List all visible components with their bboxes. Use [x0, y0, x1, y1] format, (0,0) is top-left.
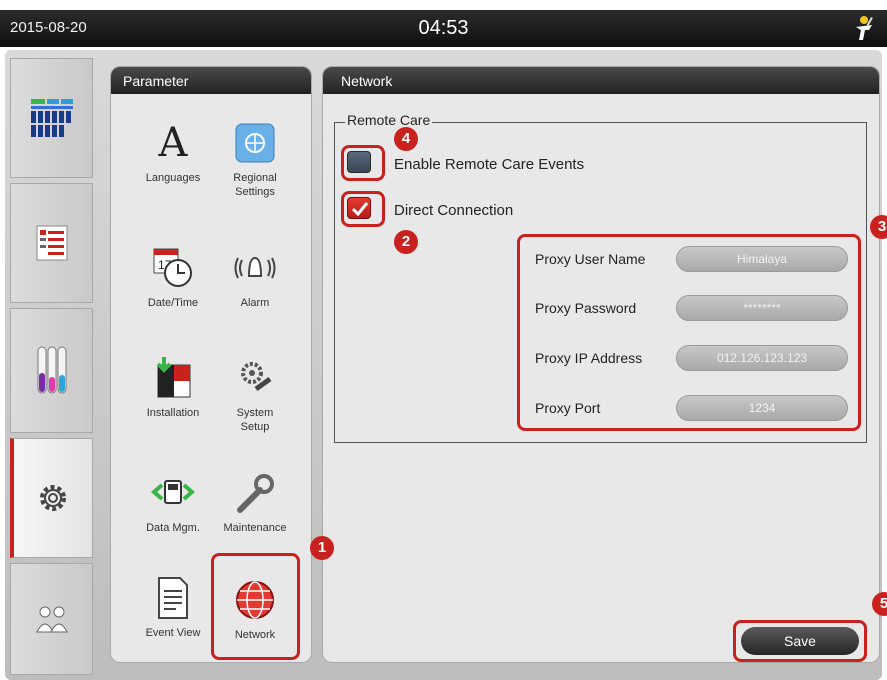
status-bar: 2015-08-20 04:53 [0, 10, 887, 47]
alarm-bell-icon [230, 243, 280, 293]
param-alarm-label: Alarm [240, 297, 270, 309]
clock-label: 04:53 [418, 17, 469, 39]
tab-user[interactable] [10, 563, 93, 675]
param-maintenance-label: Maintenance [223, 522, 287, 534]
letter-a-icon: A [158, 120, 188, 166]
app-screen: 2015-08-20 04:53 Parameter A Languages R… [0, 0, 887, 680]
param-datetime-label: Date/Time [147, 297, 199, 309]
installation-icon [148, 353, 198, 403]
reagent-tubes-icon [37, 346, 66, 393]
tab-programs[interactable] [10, 183, 93, 303]
tab-overview[interactable] [10, 58, 93, 178]
program-list-icon [36, 225, 67, 261]
param-regional-label: Regional Settings [233, 172, 277, 198]
callout-badge-2: 2 [394, 230, 418, 254]
gear-icon [40, 485, 66, 511]
callout-frame-2 [341, 191, 385, 227]
param-event-view[interactable]: Event View [128, 573, 218, 640]
param-data-mgm[interactable]: Data Mgm. [128, 468, 218, 535]
callout-frame-4 [341, 145, 385, 181]
callout-frame-5 [733, 620, 867, 662]
programs-grid-icon [30, 99, 73, 137]
tab-reagents[interactable] [10, 308, 93, 433]
user-tools-icon[interactable] [847, 14, 877, 42]
param-alarm[interactable]: Alarm [210, 243, 300, 310]
callout-badge-3: 3 [870, 215, 887, 239]
param-system-label: System Setup [236, 407, 274, 433]
globe-flag-icon [230, 118, 280, 168]
network-title: Network [323, 67, 879, 94]
param-languages-label: Languages [145, 172, 201, 184]
param-installation-label: Installation [146, 407, 200, 419]
callout-badge-1: 1 [310, 536, 334, 560]
callout-frame-3 [517, 234, 861, 431]
direct-connection-label: Direct Connection [394, 202, 514, 219]
param-regional-settings[interactable]: Regional Settings [210, 118, 300, 199]
callout-badge-4: 4 [394, 127, 418, 151]
document-icon [148, 573, 198, 623]
gears-wrench-icon [230, 353, 280, 403]
param-datetime[interactable]: 17 Date/Time [128, 243, 218, 310]
parameter-title: Parameter [111, 67, 311, 94]
callout-frame-1 [211, 553, 300, 660]
data-transfer-icon [148, 468, 198, 518]
tab-settings[interactable] [10, 438, 93, 558]
param-system-setup[interactable]: System Setup [210, 353, 300, 434]
user-icon [35, 606, 68, 633]
param-eventview-label: Event View [145, 627, 201, 639]
param-datamgm-label: Data Mgm. [146, 522, 200, 534]
remote-care-title: Remote Care [345, 112, 433, 128]
calendar-clock-icon: 17 [148, 243, 198, 293]
enable-remote-care-label: Enable Remote Care Events [394, 156, 585, 173]
param-languages[interactable]: A Languages [128, 118, 218, 185]
param-maintenance[interactable]: Maintenance [210, 468, 300, 535]
wrench-icon [230, 468, 280, 518]
param-installation[interactable]: Installation [128, 353, 218, 420]
